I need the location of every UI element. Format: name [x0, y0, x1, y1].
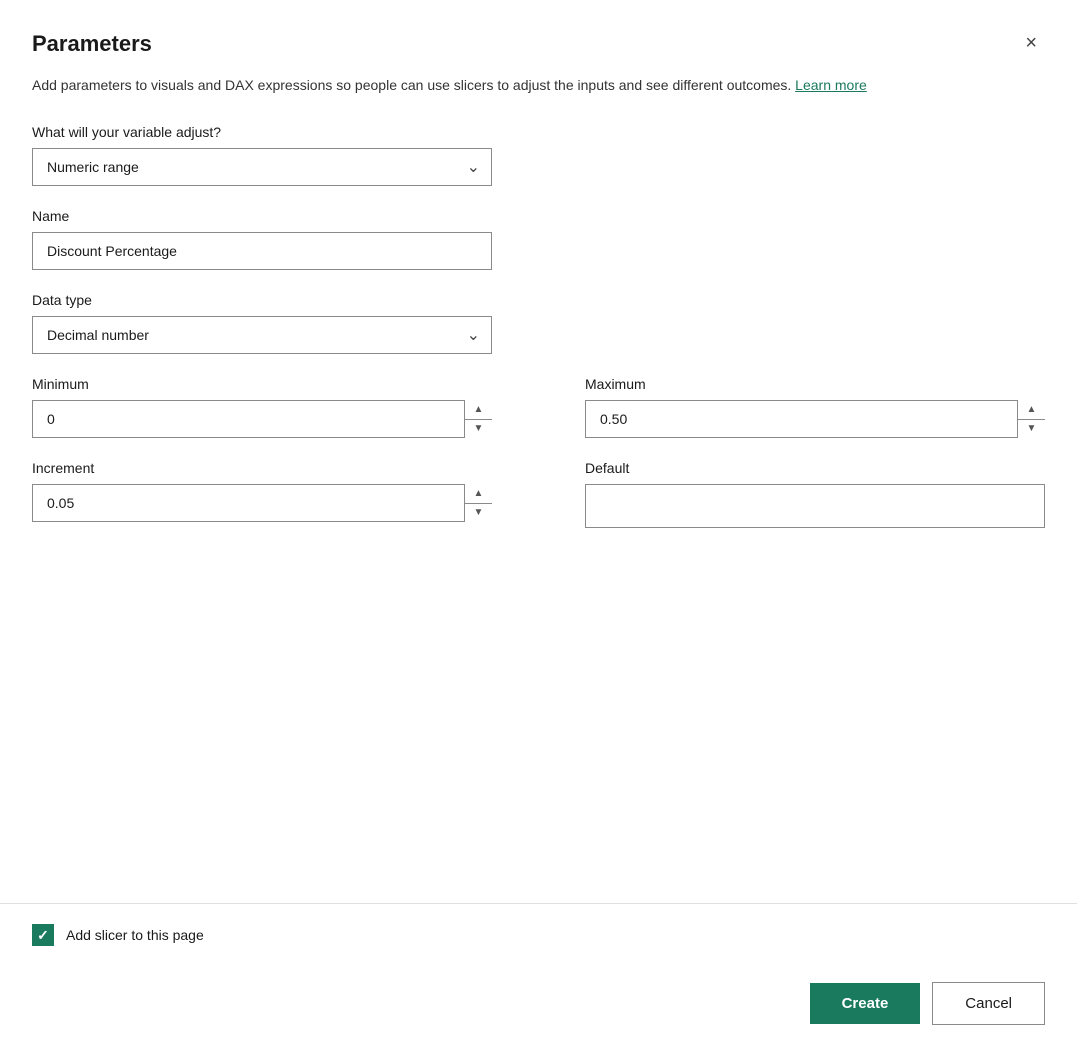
datatype-label: Data type: [32, 292, 1045, 308]
description-text: Add parameters to visuals and DAX expres…: [32, 75, 1045, 96]
maximum-spin-down[interactable]: ▼: [1018, 420, 1045, 439]
increment-default-row: Increment ▲ ▼ Default: [32, 460, 1045, 550]
dialog-header: Parameters ×: [0, 0, 1077, 75]
dialog-body: Add parameters to visuals and DAX expres…: [0, 75, 1077, 903]
add-slicer-label: Add slicer to this page: [66, 927, 204, 943]
default-label: Default: [585, 460, 1045, 476]
parameters-dialog: Parameters × Add parameters to visuals a…: [0, 0, 1077, 1049]
minimum-spin-up[interactable]: ▲: [465, 400, 492, 420]
maximum-label: Maximum: [585, 376, 1045, 392]
close-button[interactable]: ×: [1017, 28, 1045, 59]
maximum-spin-buttons: ▲ ▼: [1017, 400, 1045, 438]
footer-actions: Create Cancel: [0, 966, 1077, 1049]
increment-input[interactable]: [32, 484, 492, 522]
increment-spin-up[interactable]: ▲: [465, 484, 492, 504]
add-slicer-checkbox-wrapper[interactable]: ✓ Add slicer to this page: [32, 924, 204, 946]
minimum-col: Minimum ▲ ▼: [32, 376, 492, 460]
min-max-row: Minimum ▲ ▼ Maximum: [32, 376, 1045, 460]
default-group: Default: [585, 460, 1045, 528]
variable-type-group: What will your variable adjust? Numeric …: [32, 124, 1045, 186]
name-input[interactable]: [32, 232, 492, 270]
minimum-label: Minimum: [32, 376, 492, 392]
variable-label: What will your variable adjust?: [32, 124, 1045, 140]
default-input[interactable]: [585, 484, 1045, 528]
variable-select-wrapper: Numeric range List of values Boolean ⌄: [32, 148, 492, 186]
dialog-title: Parameters: [32, 31, 152, 57]
maximum-group: Maximum ▲ ▼: [585, 376, 1045, 438]
datatype-select-wrapper: Decimal number Integer Text Date ⌄: [32, 316, 492, 354]
datatype-select[interactable]: Decimal number Integer Text Date: [32, 316, 492, 354]
default-col: Default: [585, 460, 1045, 550]
increment-label: Increment: [32, 460, 492, 476]
minimum-spin-buttons: ▲ ▼: [464, 400, 492, 438]
maximum-input-wrapper: ▲ ▼: [585, 400, 1045, 438]
add-slicer-checkbox[interactable]: ✓: [32, 924, 54, 946]
increment-col: Increment ▲ ▼: [32, 460, 492, 550]
minimum-group: Minimum ▲ ▼: [32, 376, 492, 438]
checkmark-icon: ✓: [37, 928, 49, 942]
minimum-spin-down[interactable]: ▼: [465, 420, 492, 439]
maximum-input[interactable]: [585, 400, 1045, 438]
increment-input-wrapper: ▲ ▼: [32, 484, 492, 522]
footer-checkbox-area: ✓ Add slicer to this page: [0, 903, 1077, 966]
increment-spin-buttons: ▲ ▼: [464, 484, 492, 522]
increment-spin-down[interactable]: ▼: [465, 504, 492, 523]
minimum-input[interactable]: [32, 400, 492, 438]
learn-more-link[interactable]: Learn more: [795, 77, 867, 93]
maximum-col: Maximum ▲ ▼: [585, 376, 1045, 460]
default-input-wrapper: [585, 484, 1045, 528]
datatype-group: Data type Decimal number Integer Text Da…: [32, 292, 1045, 354]
name-label: Name: [32, 208, 1045, 224]
create-button[interactable]: Create: [810, 983, 921, 1024]
name-group: Name: [32, 208, 1045, 270]
minimum-input-wrapper: ▲ ▼: [32, 400, 492, 438]
maximum-spin-up[interactable]: ▲: [1018, 400, 1045, 420]
cancel-button[interactable]: Cancel: [932, 982, 1045, 1025]
variable-select[interactable]: Numeric range List of values Boolean: [32, 148, 492, 186]
increment-group: Increment ▲ ▼: [32, 460, 492, 522]
